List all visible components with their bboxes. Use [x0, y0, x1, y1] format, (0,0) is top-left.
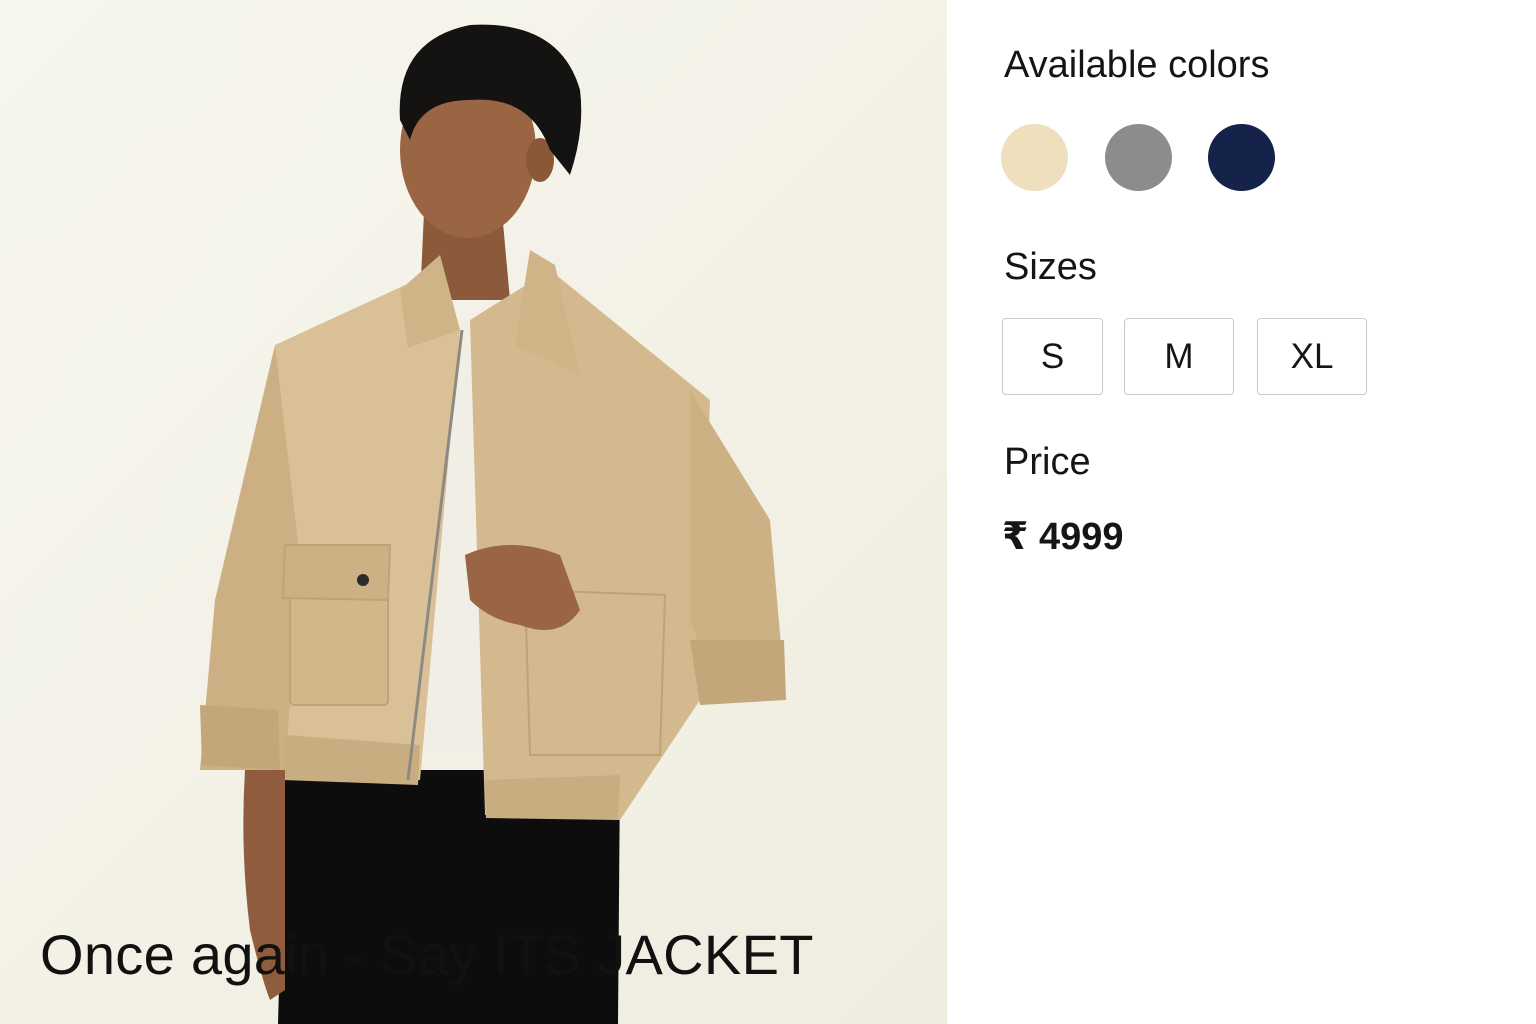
- model-jacket-illustration: [200, 24, 786, 1024]
- size-button-s[interactable]: S: [1002, 318, 1103, 395]
- size-button-xl[interactable]: XL: [1257, 318, 1367, 395]
- price-value: ₹ 4999: [1002, 516, 1124, 558]
- sizes-title: Sizes: [1004, 246, 1097, 288]
- product-details-panel: Available colors Sizes S M XL Price ₹ 49…: [947, 0, 1536, 1024]
- color-swatch-grey[interactable]: [1105, 124, 1172, 191]
- colors-title: Available colors: [1004, 44, 1270, 86]
- product-caption: Once again - Say ITS JACKET: [40, 923, 814, 986]
- color-swatch-navy[interactable]: [1208, 124, 1275, 191]
- product-image: [0, 0, 947, 1024]
- price-title: Price: [1004, 441, 1091, 483]
- size-button-m[interactable]: M: [1124, 318, 1234, 395]
- color-swatch-beige[interactable]: [1001, 124, 1068, 191]
